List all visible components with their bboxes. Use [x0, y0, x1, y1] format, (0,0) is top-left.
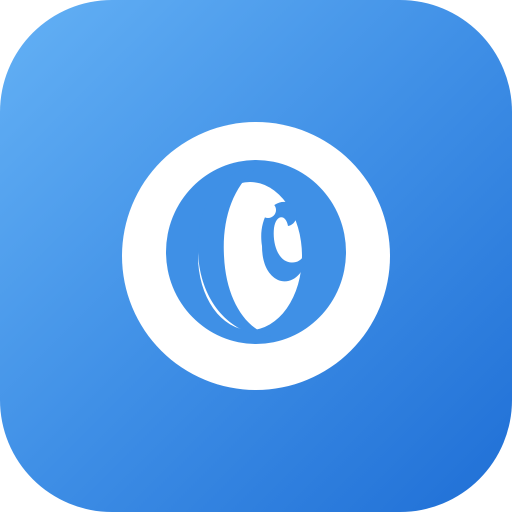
logo-mark-icon	[122, 122, 390, 390]
logo-swash-dot	[260, 202, 276, 218]
app-icon[interactable]	[0, 0, 512, 512]
icon-canvas	[0, 0, 512, 512]
